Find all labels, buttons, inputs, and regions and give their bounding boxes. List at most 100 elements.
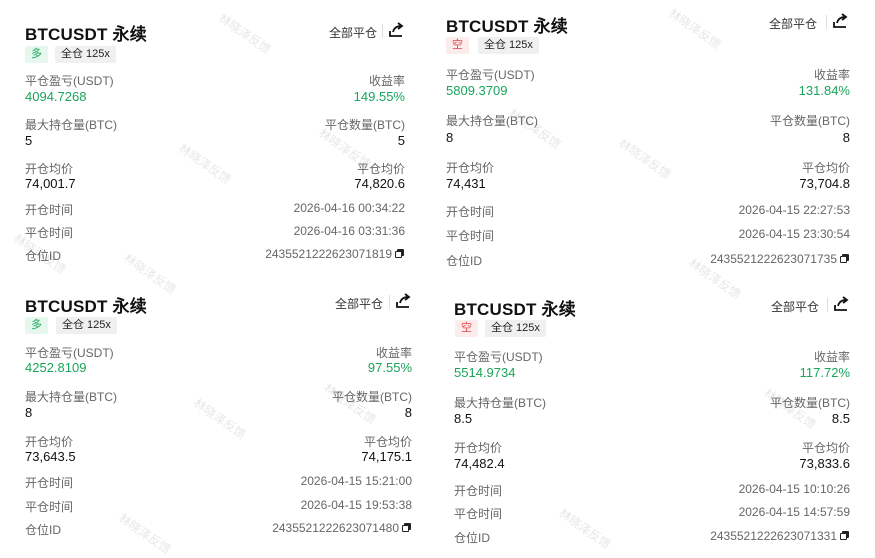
- copy-icon[interactable]: [840, 254, 850, 264]
- margin-badge: 全仓 125x: [55, 46, 116, 63]
- position-id-value: 2435521222623071331: [710, 529, 837, 543]
- close-time-value: 2026-04-15 23:30:54: [738, 227, 850, 241]
- share-icon[interactable]: [833, 296, 849, 312]
- close-time-label: 平仓时间: [25, 226, 74, 240]
- close-time-value: 2026-04-15 14:57:59: [738, 505, 850, 519]
- open-time-value: 2026-04-15 22:27:53: [738, 203, 850, 217]
- max-position-label: 最大持仓量(BTC): [454, 396, 546, 410]
- close-qty-value: 8.5: [831, 411, 850, 426]
- close-avg-label: 平仓均价: [801, 161, 850, 175]
- side-badge-long: 多: [25, 46, 48, 63]
- pnl-value: 4094.7268: [25, 89, 87, 104]
- roi-label: 收益率: [375, 346, 412, 360]
- symbol-title: BTCUSDT 永续: [454, 300, 576, 319]
- close-time-value: 2026-04-15 19:53:38: [300, 498, 412, 512]
- roi-value: 117.72%: [799, 365, 850, 380]
- open-avg-label: 开仓均价: [454, 441, 503, 455]
- pnl-value: 4252.8109: [25, 360, 87, 375]
- max-position-label: 最大持仓量(BTC): [25, 118, 117, 132]
- close-time-label: 平仓时间: [25, 500, 74, 514]
- open-time-label: 开仓时间: [25, 203, 74, 217]
- close-qty-value: 5: [397, 133, 405, 148]
- open-avg-value: 73,643.5: [25, 449, 76, 464]
- pnl-value: 5514.9734: [454, 365, 516, 380]
- max-position-label: 最大持仓量(BTC): [25, 390, 117, 404]
- close-qty-label: 平仓数量(BTC): [325, 118, 405, 132]
- roi-label: 收益率: [813, 350, 850, 364]
- close-qty-value: 8: [842, 130, 850, 145]
- position-id-label: 仓位ID: [454, 531, 491, 545]
- close-qty-label: 平仓数量(BTC): [770, 396, 850, 410]
- close-avg-value: 74,175.1: [361, 449, 412, 464]
- position-id-value: 2435521222623071819: [265, 247, 392, 261]
- close-avg-value: 74,820.6: [354, 176, 405, 191]
- symbol-title: BTCUSDT 永续: [25, 25, 147, 44]
- open-time-value: 2026-04-15 10:10:26: [738, 482, 850, 496]
- position-id: 2435521222623071819: [265, 247, 405, 261]
- side-badge-long: 多: [25, 317, 48, 334]
- open-time-value: 2026-04-16 00:34:22: [293, 201, 405, 215]
- position-card: BTCUSDT 永续 全部平仓 空 全仓 125x 平仓盈亏(USDT) 收益率…: [428, 283, 875, 555]
- position-id-value: 2435521222623071735: [710, 252, 837, 266]
- position-card: BTCUSDT 永续 全部平仓 多 全仓 125x 平仓盈亏(USDT) 收益率…: [0, 0, 430, 285]
- position-id: 2435521222623071735: [710, 252, 850, 266]
- close-qty-label: 平仓数量(BTC): [770, 114, 850, 128]
- close-qty-value: 8: [404, 405, 412, 420]
- max-position-label: 最大持仓量(BTC): [446, 114, 538, 128]
- close-time-label: 平仓时间: [446, 229, 495, 243]
- close-all-button[interactable]: 全部平仓: [335, 295, 383, 312]
- position-id-label: 仓位ID: [25, 523, 62, 537]
- close-avg-label: 平仓均价: [356, 162, 405, 176]
- close-all-button[interactable]: 全部平仓: [329, 24, 377, 41]
- close-avg-value: 73,833.6: [799, 456, 850, 471]
- pnl-label: 平仓盈亏(USDT): [446, 68, 535, 82]
- close-avg-label: 平仓均价: [801, 441, 850, 455]
- position-id-label: 仓位ID: [25, 249, 62, 263]
- symbol-title: BTCUSDT 永续: [446, 17, 568, 36]
- position-card: BTCUSDT 永续 全部平仓 多 全仓 125x 平仓盈亏(USDT) 收益率…: [0, 283, 430, 555]
- open-time-value: 2026-04-15 15:21:00: [300, 474, 412, 488]
- share-icon[interactable]: [832, 13, 848, 29]
- close-avg-value: 73,704.8: [799, 176, 850, 191]
- open-avg-label: 开仓均价: [25, 435, 74, 449]
- roi-value: 97.55%: [367, 360, 412, 375]
- copy-icon[interactable]: [840, 531, 850, 541]
- pnl-label: 平仓盈亏(USDT): [454, 350, 543, 364]
- symbol-title: BTCUSDT 永续: [25, 297, 147, 316]
- share-icon[interactable]: [395, 293, 411, 309]
- pnl-value: 5809.3709: [446, 83, 508, 98]
- close-all-button[interactable]: 全部平仓: [769, 15, 817, 32]
- position-id: 2435521222623071480: [272, 521, 412, 535]
- max-position-value: 8: [446, 130, 454, 145]
- max-position-value: 8.5: [454, 411, 473, 426]
- position-id: 2435521222623071331: [710, 529, 850, 543]
- close-all-button[interactable]: 全部平仓: [771, 298, 819, 315]
- close-qty-label: 平仓数量(BTC): [332, 390, 412, 404]
- share-icon[interactable]: [388, 22, 404, 38]
- roi-label: 收益率: [368, 74, 405, 88]
- copy-icon[interactable]: [402, 523, 412, 533]
- margin-badge: 全仓 125x: [478, 37, 539, 54]
- divider: [826, 15, 827, 29]
- open-time-label: 开仓时间: [446, 205, 495, 219]
- position-id-value: 2435521222623071480: [272, 521, 399, 535]
- divider: [827, 298, 828, 312]
- roi-value: 149.55%: [353, 89, 405, 104]
- roi-label: 收益率: [813, 68, 850, 82]
- open-avg-value: 74,431: [446, 176, 486, 191]
- side-badge-short: 空: [446, 37, 469, 54]
- side-badge-short: 空: [455, 320, 478, 337]
- open-avg-label: 开仓均价: [446, 161, 495, 175]
- open-time-label: 开仓时间: [25, 476, 74, 490]
- copy-icon[interactable]: [395, 249, 405, 259]
- open-avg-value: 74,482.4: [454, 456, 505, 471]
- roi-value: 131.84%: [798, 83, 850, 98]
- margin-badge: 全仓 125x: [485, 320, 546, 337]
- divider: [382, 24, 383, 38]
- open-time-label: 开仓时间: [454, 484, 503, 498]
- position-id-label: 仓位ID: [446, 254, 483, 268]
- close-avg-label: 平仓均价: [363, 435, 412, 449]
- max-position-value: 5: [25, 133, 33, 148]
- close-time-label: 平仓时间: [454, 507, 503, 521]
- open-avg-label: 开仓均价: [25, 162, 74, 176]
